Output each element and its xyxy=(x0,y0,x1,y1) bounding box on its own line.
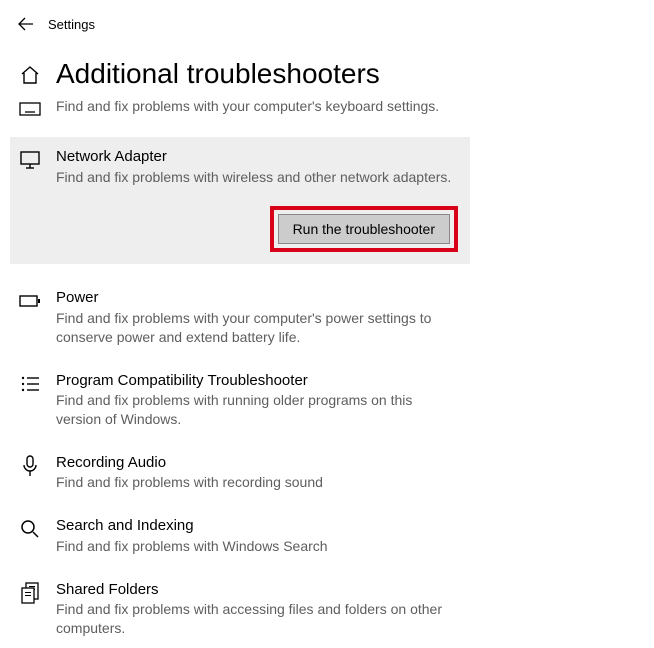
keyboard-icon xyxy=(18,97,42,121)
item-desc: Find and fix problems with wireless and … xyxy=(56,168,460,187)
microphone-icon xyxy=(18,454,42,478)
run-troubleshooter-button[interactable]: Run the troubleshooter xyxy=(278,214,450,244)
item-title: Network Adapter xyxy=(56,147,460,167)
back-button[interactable] xyxy=(10,8,42,40)
item-desc: Find and fix problems with Windows Searc… xyxy=(56,537,458,556)
troubleshooter-item-search[interactable]: Search and Indexing Find and fix problem… xyxy=(0,508,468,565)
troubleshooter-item-network[interactable]: Network Adapter Find and fix problems wi… xyxy=(10,137,470,198)
troubleshooter-item-keyboard[interactable]: Find and fix problems with your computer… xyxy=(0,96,468,131)
troubleshooter-item-compat[interactable]: Program Compatibility Troubleshooter Fin… xyxy=(0,363,468,439)
item-desc: Find and fix problems with accessing fil… xyxy=(56,600,458,638)
troubleshooter-item-recording[interactable]: Recording Audio Find and fix problems wi… xyxy=(0,445,468,502)
item-title: Shared Folders xyxy=(56,580,458,600)
item-title: Program Compatibility Troubleshooter xyxy=(56,371,458,391)
troubleshooter-item-power[interactable]: Power Find and fix problems with your co… xyxy=(0,280,468,356)
arrow-left-icon xyxy=(17,15,35,33)
run-row: Run the troubleshooter xyxy=(10,198,470,264)
home-icon[interactable] xyxy=(18,63,42,87)
app-title: Settings xyxy=(48,17,95,32)
troubleshooter-item-shared[interactable]: Shared Folders Find and fix problems wit… xyxy=(0,572,468,648)
item-title: Recording Audio xyxy=(56,453,458,473)
power-icon xyxy=(18,289,42,313)
list-icon xyxy=(18,372,42,396)
item-title: Power xyxy=(56,288,458,308)
item-desc: Find and fix problems with running older… xyxy=(56,391,458,429)
annotation-highlight: Run the troubleshooter xyxy=(270,206,458,252)
item-desc: Find and fix problems with recording sou… xyxy=(56,473,458,492)
item-desc: Find and fix problems with your computer… xyxy=(56,309,458,347)
folder-icon xyxy=(18,581,42,605)
item-title: Search and Indexing xyxy=(56,516,458,536)
monitor-icon xyxy=(18,148,42,172)
item-desc: Find and fix problems with your computer… xyxy=(56,97,458,116)
search-icon xyxy=(18,517,42,541)
page-title: Additional troubleshooters xyxy=(56,58,380,90)
